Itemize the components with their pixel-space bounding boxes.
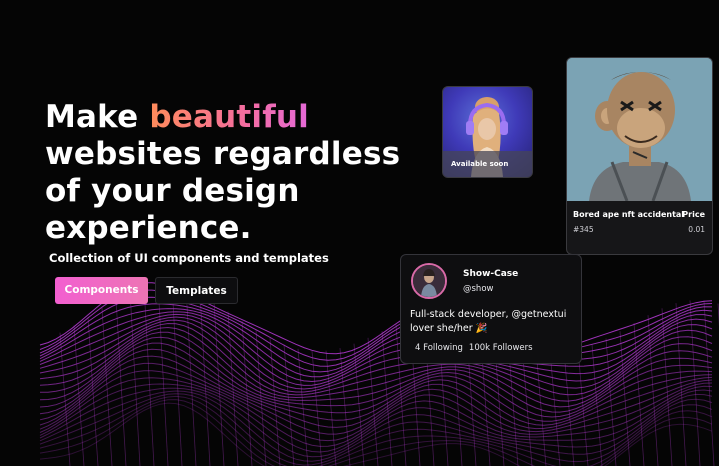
nft-card[interactable]: Bored ape nft accidental #345 Price 0.01 [566, 57, 713, 255]
wave-cross-line [675, 303, 687, 466]
headline-line-4: experience. [45, 210, 252, 246]
wave-line [39, 313, 713, 386]
profile-name: Show-Case [463, 269, 519, 279]
avatar[interactable] [411, 263, 447, 299]
headline-line-2: websites regardless [45, 136, 401, 172]
available-soon-card[interactable]: Available soon [442, 86, 533, 178]
hero-section: Make beautiful websites regardless of yo… [45, 99, 405, 247]
nft-title: Bored ape nft accidental [573, 210, 685, 219]
headline-prefix: Make [45, 99, 150, 135]
wave-cross-line [157, 283, 169, 466]
wave-cross-line [311, 350, 323, 466]
headline-line-3: of your design [45, 173, 300, 209]
wave-cross-line [563, 350, 575, 466]
profile-card[interactable]: Show-Case @show Full-stack developer, @g… [400, 254, 582, 364]
profile-handle: @show [463, 284, 494, 294]
nft-id: #345 [573, 225, 594, 234]
following-count[interactable]: 4 Following [415, 343, 463, 353]
profile-bio: Full-stack developer, @getnextui lover s… [410, 309, 567, 334]
wave-cross-line [549, 350, 561, 466]
components-button[interactable]: Components [55, 277, 148, 304]
hero-subtitle: Collection of UI components and template… [49, 251, 329, 265]
wave-cross-line [381, 331, 393, 466]
wave-cross-line [87, 317, 99, 466]
avatar-image [413, 265, 445, 297]
profile-stats: 4 Following 100k Followers [415, 343, 539, 353]
nft-price-label: Price [682, 210, 705, 219]
hero-headline: Make beautiful websites regardless of yo… [45, 99, 405, 247]
bored-ape-nft-image [567, 58, 712, 201]
headline-accent-word: beautiful [149, 99, 310, 135]
available-soon-badge: Available soon [443, 151, 532, 177]
wave-cross-line [101, 307, 113, 466]
wave-cross-line [325, 350, 337, 466]
followers-count[interactable]: 100k Followers [469, 343, 533, 353]
wave-cross-line [143, 285, 155, 466]
templates-button[interactable]: Templates [155, 277, 238, 304]
nft-price-value: 0.01 [688, 225, 705, 234]
